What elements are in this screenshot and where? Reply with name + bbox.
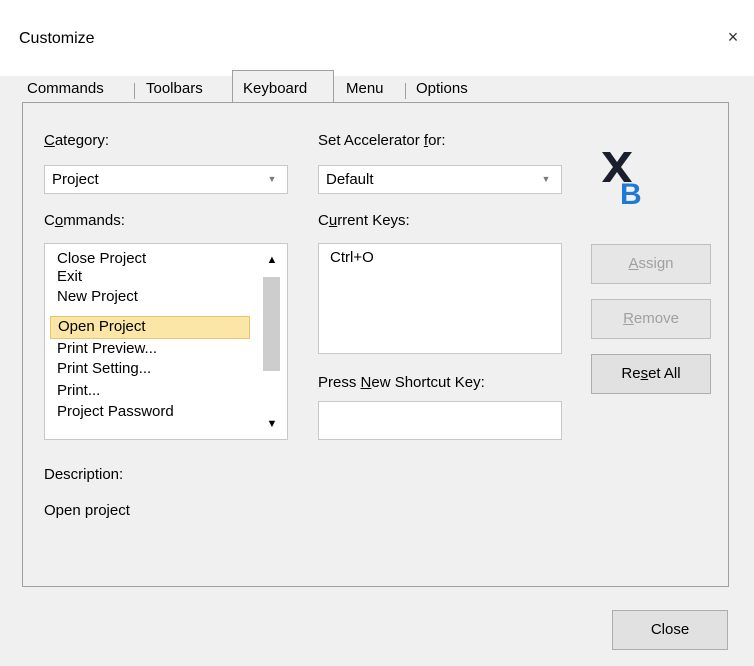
accelerator-value: Default [326, 171, 374, 188]
close-button[interactable]: Close [612, 610, 728, 650]
current-key-item[interactable]: Ctrl+O [330, 249, 374, 266]
scroll-down-icon[interactable]: ▼ [261, 418, 283, 434]
list-item[interactable]: Print Setting... [50, 359, 250, 382]
close-icon[interactable]: × [722, 26, 744, 48]
chevron-down-icon[interactable]: ▼ [535, 167, 557, 192]
category-value: Project [52, 171, 99, 188]
list-item-selected[interactable]: Open Project [50, 316, 250, 339]
tab-menu[interactable]: Menu [346, 76, 384, 102]
tab-separator [134, 83, 135, 99]
accelerator-dropdown[interactable]: Default ▼ [318, 165, 562, 194]
list-item[interactable]: New Project [50, 287, 250, 310]
tab-keyboard[interactable]: Keyboard [243, 76, 307, 102]
tab-toolbars[interactable]: Toolbars [146, 76, 203, 102]
commands-label: Commands: [44, 212, 125, 229]
svg-text:B: B [620, 178, 642, 206]
current-keys-label: Current Keys: [318, 212, 410, 229]
xb-logo-icon: B [602, 152, 642, 206]
commands-listbox[interactable]: Close Project Exit New Project Open Proj… [44, 243, 288, 440]
accelerator-label: Set Accelerator for: [318, 132, 446, 149]
category-dropdown[interactable]: Project ▼ [44, 165, 288, 194]
description-text: Open project [44, 502, 130, 519]
tab-separator [405, 83, 406, 99]
tab-commands[interactable]: Commands [27, 76, 104, 102]
customize-dialog: Customize × Commands Toolbars Keyboard M… [0, 0, 754, 666]
list-item[interactable]: Print... [50, 381, 250, 404]
chevron-down-icon[interactable]: ▼ [261, 167, 283, 192]
description-label: Description: [44, 466, 124, 483]
reset-all-button[interactable]: Reset All [591, 354, 711, 394]
assign-button[interactable]: Assign [591, 244, 711, 284]
current-keys-listbox[interactable]: Ctrl+O [318, 243, 562, 354]
window-title: Customize [19, 30, 95, 47]
title-bar: Customize × [0, 0, 754, 76]
new-shortcut-label: Press New Shortcut Key: [318, 374, 485, 391]
scrollbar-thumb[interactable] [263, 277, 280, 371]
tab-strip: Commands Toolbars Keyboard Menu Options [0, 76, 754, 102]
new-shortcut-input[interactable] [318, 401, 562, 440]
tab-options[interactable]: Options [416, 76, 468, 102]
list-item[interactable]: Project Password [50, 402, 250, 425]
remove-button[interactable]: Remove [591, 299, 711, 339]
scroll-up-icon[interactable]: ▲ [261, 254, 283, 270]
category-label: Category: [44, 132, 110, 149]
